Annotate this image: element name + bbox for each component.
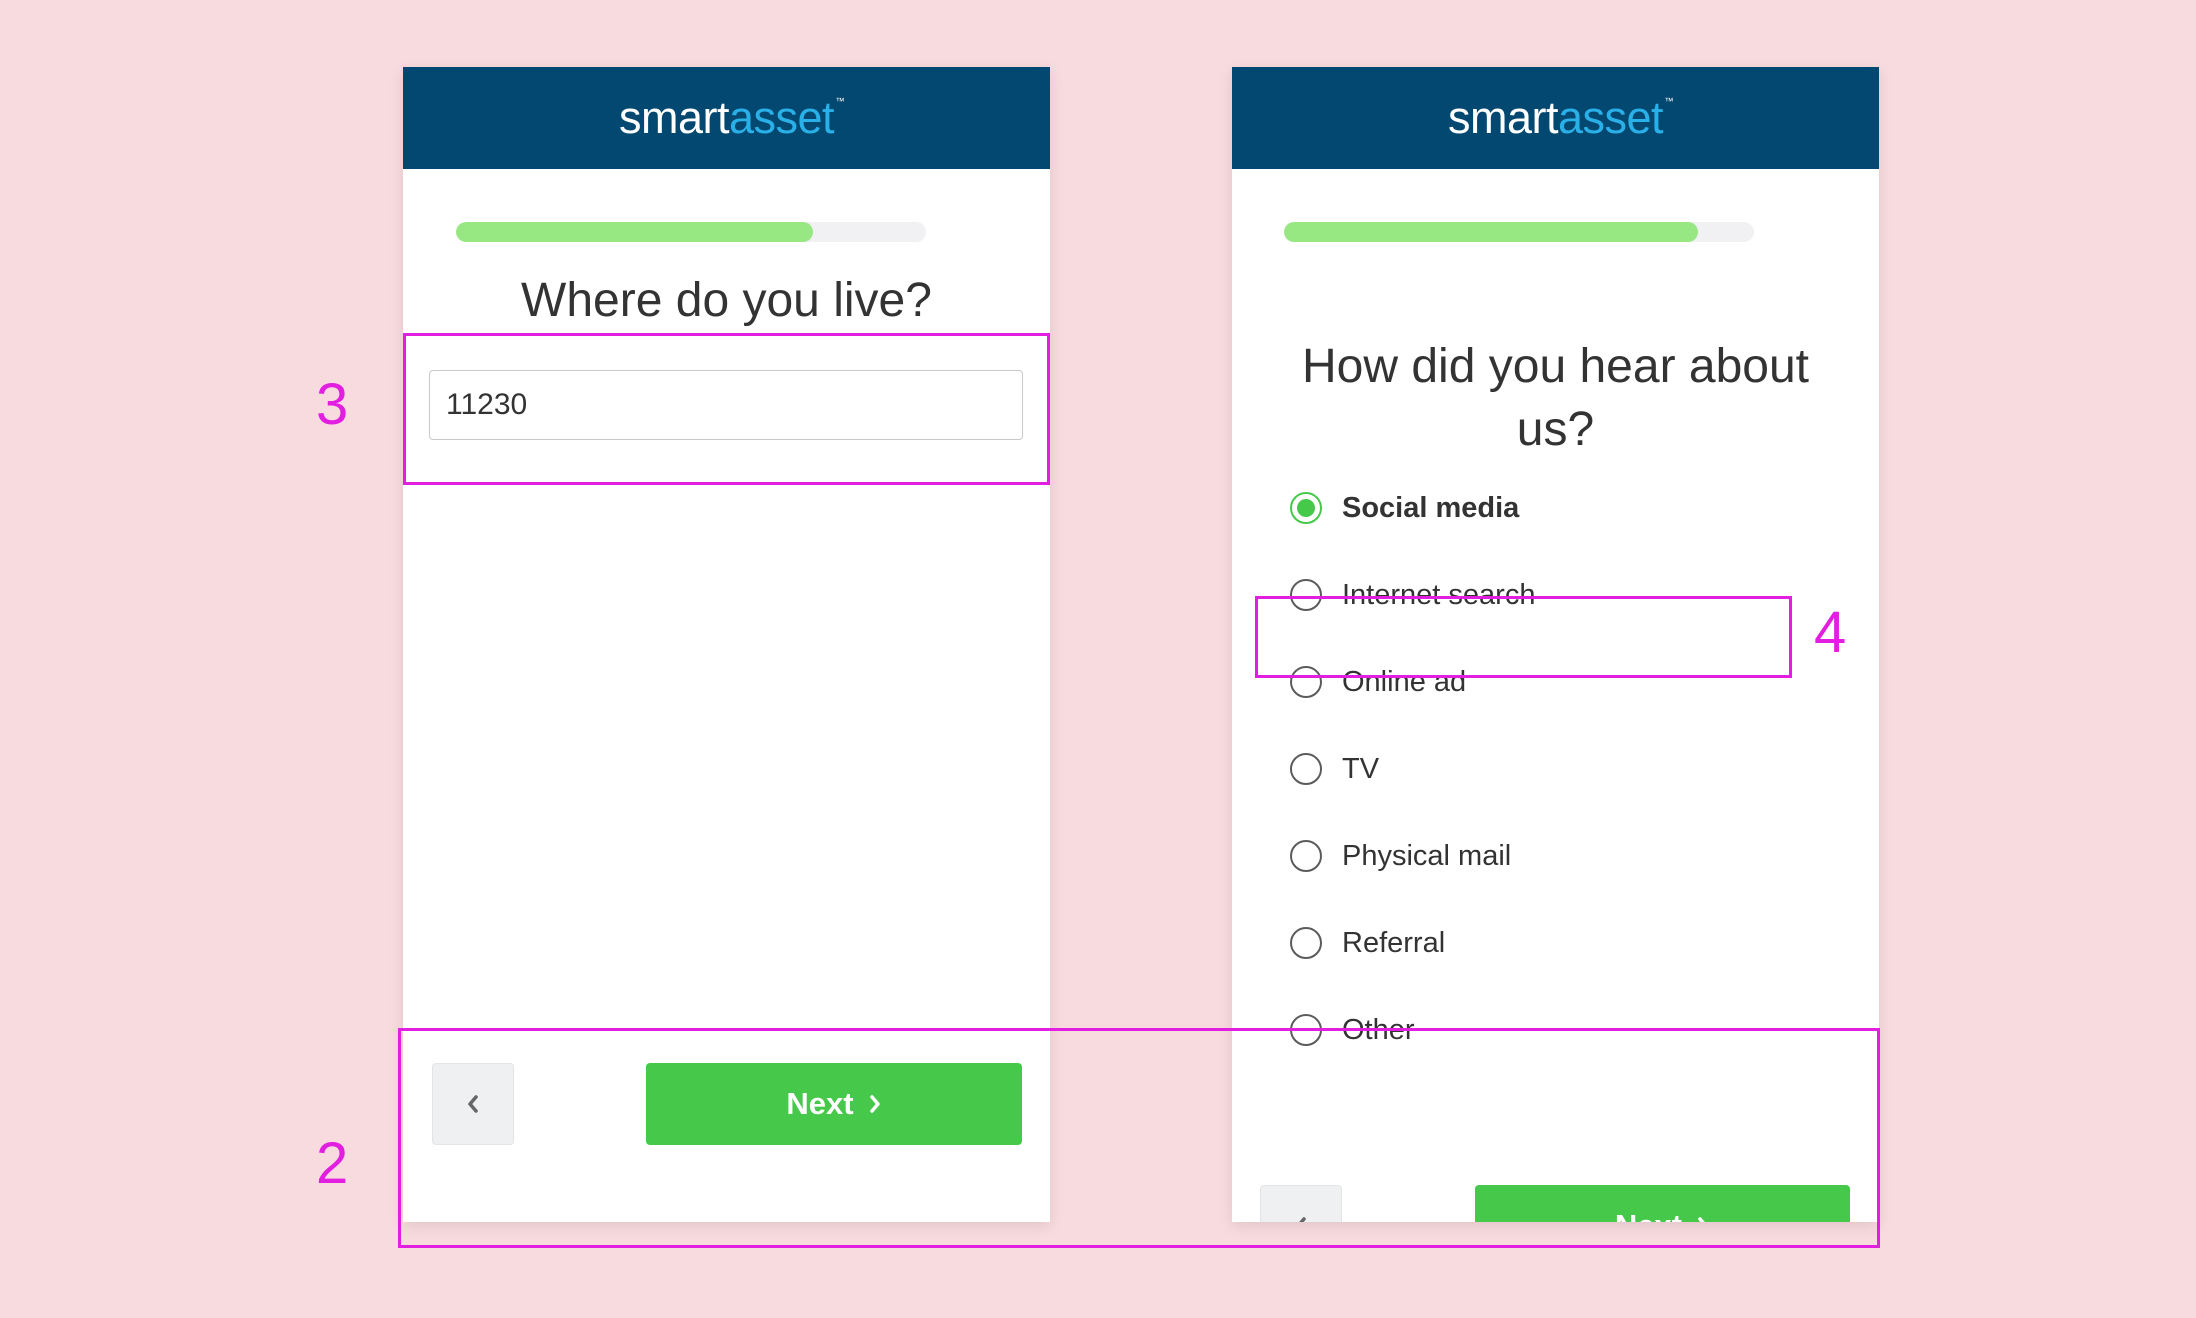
option-label: Social media bbox=[1342, 491, 1520, 524]
logo-text-asset: asset bbox=[728, 92, 835, 143]
zip-input-highlight-box bbox=[403, 333, 1050, 485]
app-header: smartasset ™ bbox=[1232, 67, 1879, 169]
step-label-2: 2 bbox=[316, 1131, 349, 1196]
app-header: smartasset ™ bbox=[403, 67, 1050, 169]
logo-trademark: ™ bbox=[835, 96, 845, 106]
question-title: How did you hear about us? bbox=[1232, 335, 1879, 461]
progress-bar-fill bbox=[456, 222, 814, 242]
option-label: Physical mail bbox=[1342, 839, 1512, 872]
smartasset-logo: smartasset ™ bbox=[1447, 92, 1674, 144]
step-label-3: 3 bbox=[316, 372, 349, 437]
radio-button[interactable] bbox=[1290, 927, 1322, 959]
option-label: Referral bbox=[1342, 926, 1446, 959]
radio-button[interactable] bbox=[1290, 840, 1322, 872]
logo-text-smart: smart bbox=[1447, 92, 1559, 143]
logo-trademark: ™ bbox=[1664, 96, 1674, 106]
step-label-4: 4 bbox=[1814, 600, 1847, 665]
logo-text-smart: smart bbox=[618, 92, 730, 143]
option-label: TV bbox=[1342, 752, 1380, 785]
smartasset-logo: smartasset ™ bbox=[618, 92, 845, 144]
navigation-highlight-box bbox=[398, 1028, 1880, 1248]
radio-button[interactable] bbox=[1290, 753, 1322, 785]
online-ad-highlight-box bbox=[1255, 596, 1792, 678]
logo-text-asset: asset bbox=[1557, 92, 1664, 143]
progress-bar bbox=[456, 222, 926, 242]
option-referral[interactable]: Referral bbox=[1290, 918, 1445, 968]
option-social-media[interactable]: Social media bbox=[1290, 483, 1519, 533]
option-physical-mail[interactable]: Physical mail bbox=[1290, 831, 1511, 881]
progress-bar bbox=[1284, 222, 1754, 242]
option-tv[interactable]: TV bbox=[1290, 744, 1379, 794]
question-line-2: us? bbox=[1516, 403, 1595, 456]
question-title: Where do you live? bbox=[521, 274, 932, 327]
progress-bar-fill bbox=[1284, 222, 1698, 242]
question-line-1: How did you hear about bbox=[1302, 340, 1809, 393]
radio-selected-dot bbox=[1297, 499, 1315, 517]
radio-button[interactable] bbox=[1290, 492, 1322, 524]
